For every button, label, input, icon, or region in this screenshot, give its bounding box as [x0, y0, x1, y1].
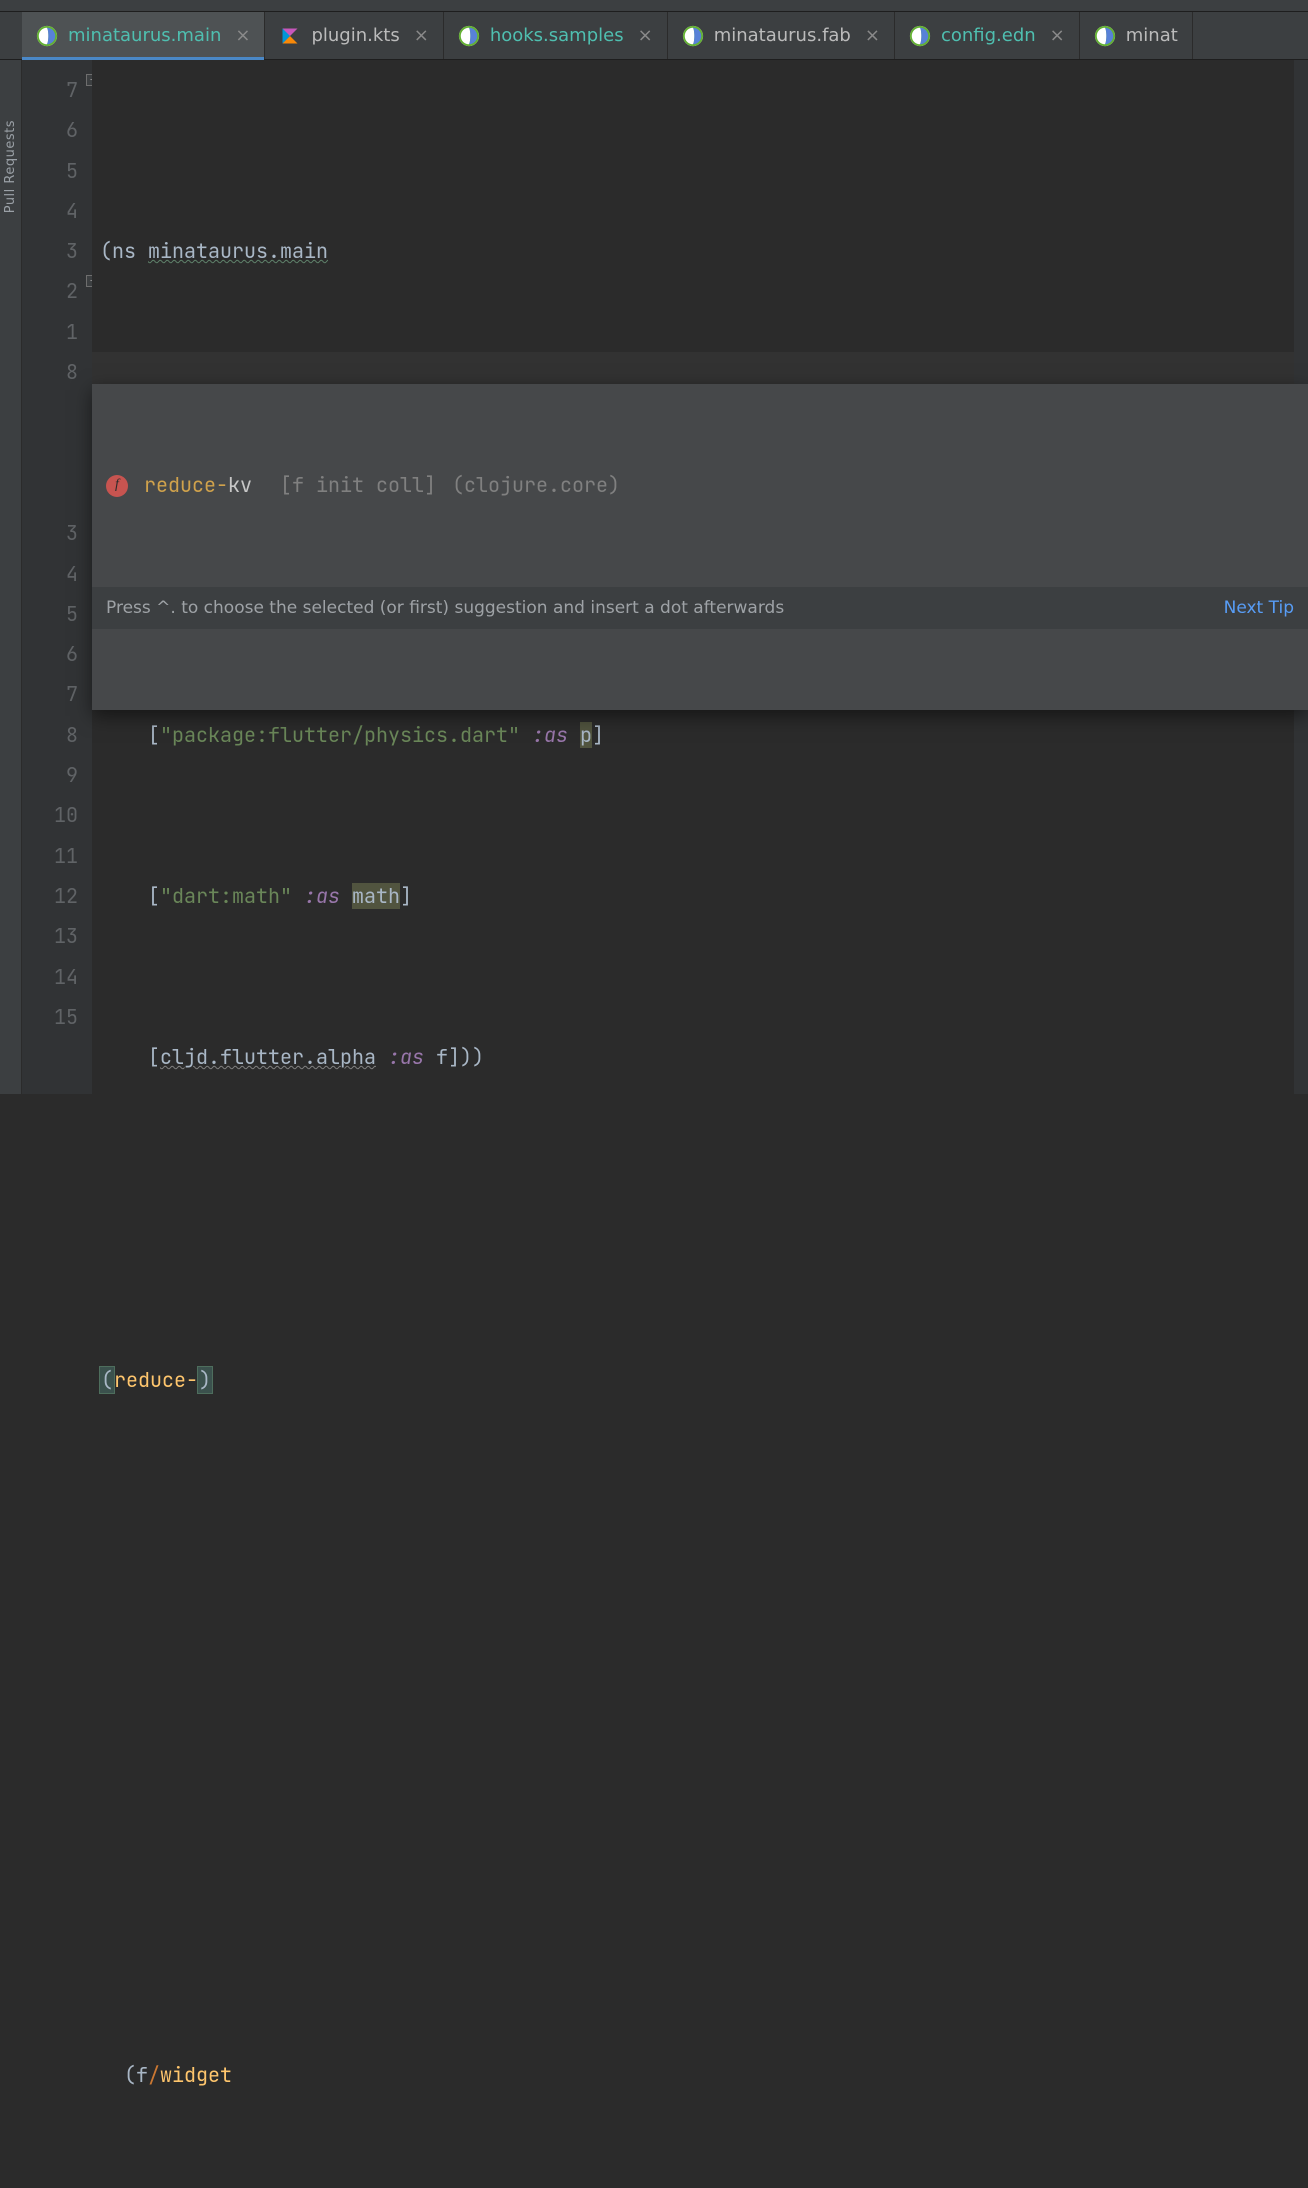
tool-window-stripe[interactable]: Pull Requests — [0, 60, 22, 1094]
completion-hint-bar: Press ^. to choose the selected (or firs… — [92, 587, 1308, 629]
code-line[interactable]: (f/widget — [100, 2055, 1308, 2095]
tab-label: plugin.kts — [311, 25, 399, 46]
line-number: 14 — [22, 957, 78, 997]
next-tip-link[interactable]: Next Tip — [1224, 588, 1294, 628]
code-line[interactable] — [100, 1198, 1308, 1238]
close-icon[interactable]: × — [235, 25, 250, 46]
line-number: 9 — [22, 755, 78, 795]
code-line[interactable]: ["package:flutter/physics.dart" :as p] — [100, 715, 1308, 755]
tab-label: minataurus.main — [68, 25, 221, 46]
tab-label: config.edn — [941, 25, 1036, 46]
line-number: 6 — [22, 110, 78, 150]
line-number: 10 — [22, 795, 78, 835]
close-icon[interactable]: × — [414, 25, 429, 46]
close-icon[interactable]: × — [1050, 25, 1065, 46]
line-number: 8 — [22, 352, 78, 392]
completion-item-namespace: (clojure.core) — [452, 465, 620, 505]
line-number: 6 — [22, 634, 78, 674]
close-icon[interactable]: × — [638, 25, 653, 46]
editor-tab[interactable]: hooks.samples × — [444, 12, 668, 59]
line-number — [22, 473, 78, 513]
clojure-file-icon — [458, 25, 480, 47]
line-number: 15 — [22, 997, 78, 1037]
line-number: 11 — [22, 836, 78, 876]
code-line[interactable]: [cljd.flutter.alpha :as f])) — [100, 1037, 1308, 1077]
line-number: 5 — [22, 151, 78, 191]
line-number: 13 — [22, 916, 78, 956]
line-number: 3 — [22, 231, 78, 271]
line-number: 1 — [22, 312, 78, 352]
line-number: 4 — [22, 554, 78, 594]
editor-tab[interactable]: minataurus.main × — [22, 12, 265, 59]
code-completion-popup[interactable]: f reduce-kv [f init coll] (clojure.core)… — [92, 384, 1308, 710]
tab-label: minat — [1126, 25, 1178, 46]
editor-gutter: − − 765432183456789101112131415 — [22, 60, 92, 1094]
code-line[interactable]: (ns minataurus.main — [100, 231, 1308, 271]
pull-requests-tool-button[interactable]: Pull Requests — [3, 120, 18, 213]
line-number: 3 — [22, 513, 78, 553]
line-number: 7 — [22, 674, 78, 714]
line-number: 8 — [22, 715, 78, 755]
line-number: 12 — [22, 876, 78, 916]
editor-tab[interactable]: minataurus.fab × — [668, 12, 895, 59]
code-editor[interactable]: (ns minataurus.main (:require ["package:… — [92, 60, 1308, 1094]
tab-bar: minataurus.main×plugin.kts×hooks.samples… — [0, 12, 1308, 60]
code-line[interactable]: (reduce-) — [100, 1360, 1308, 1400]
clojure-file-icon — [1094, 25, 1116, 47]
completion-hint-text: Press ^. to choose the selected (or firs… — [106, 588, 784, 628]
tab-label: hooks.samples — [490, 25, 624, 46]
close-icon[interactable]: × — [865, 25, 880, 46]
clojure-file-icon — [909, 25, 931, 47]
completion-item-signature: [f init coll] — [268, 465, 436, 505]
line-number: 2 — [22, 271, 78, 311]
kotlin-file-icon — [279, 25, 301, 47]
code-line[interactable]: ["dart:math" :as math] — [100, 876, 1308, 916]
line-number: 5 — [22, 594, 78, 634]
completion-item[interactable]: f reduce-kv [f init coll] (clojure.core) — [92, 465, 1308, 507]
line-number — [22, 392, 78, 432]
editor-tab[interactable]: plugin.kts × — [265, 12, 443, 59]
clojure-file-icon — [682, 25, 704, 47]
line-number — [22, 433, 78, 473]
tab-label: minataurus.fab — [714, 25, 851, 46]
line-number: 7 — [22, 70, 78, 110]
editor-tab[interactable]: minat — [1080, 12, 1193, 59]
line-number: 4 — [22, 191, 78, 231]
completion-item-name: reduce-kv — [144, 465, 252, 505]
clojure-file-icon — [36, 25, 58, 47]
completion-kind-icon: f — [106, 475, 128, 497]
editor-tab[interactable]: config.edn × — [895, 12, 1080, 59]
